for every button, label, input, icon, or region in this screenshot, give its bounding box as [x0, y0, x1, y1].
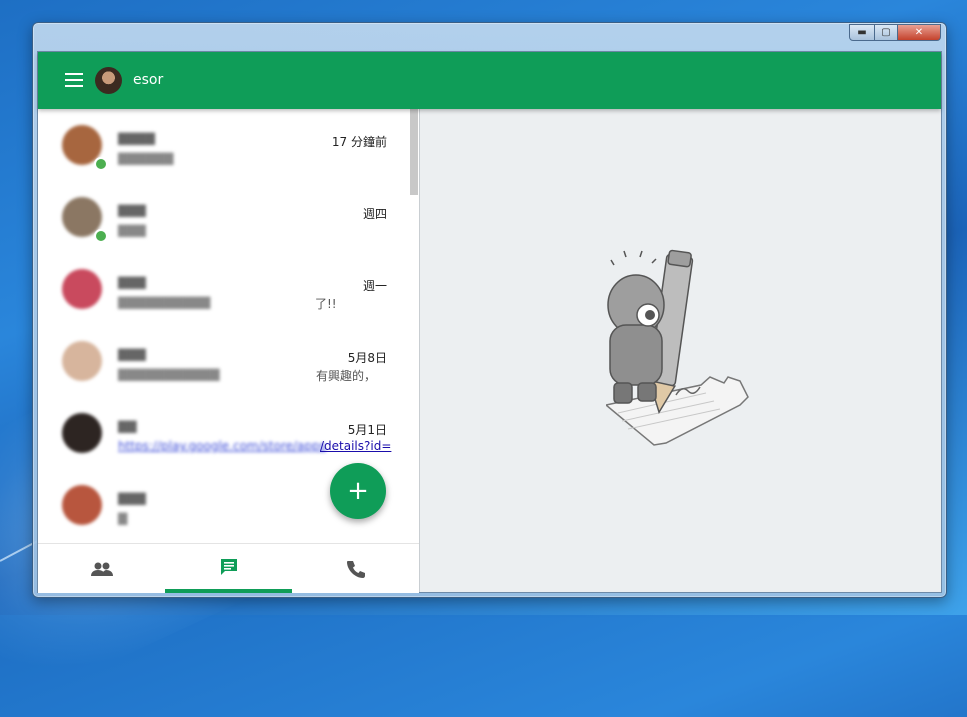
message-time: 週一: [362, 279, 387, 293]
message-snippet: ▇▇▇▇▇▇▇▇▇▇: [118, 295, 211, 309]
message-time: 5月1日: [347, 423, 387, 437]
window-controls: ▬ ▢ ✕: [849, 24, 941, 41]
tab-calls[interactable]: [292, 544, 419, 593]
message-snippet-tail: 了!!: [315, 297, 337, 311]
conversation-item[interactable]: ▇▇▇▇ ▇▇▇▇▇▇ 17 分鐘前: [38, 109, 408, 181]
conversation-item[interactable]: ▇▇▇ ▇▇▇▇▇▇▇▇▇▇ 了!! 週一: [38, 253, 408, 325]
tab-contacts[interactable]: [38, 544, 165, 593]
message-snippet: ▇▇▇: [118, 223, 146, 237]
message-snippet: ▇▇▇▇▇▇: [118, 151, 174, 165]
message-snippet: ▇▇▇▇▇▇▇▇▇▇▇: [118, 367, 220, 381]
writing-monster-illustration: [606, 249, 749, 446]
phone-icon: [346, 560, 365, 578]
contact-name: ▇▇▇: [118, 347, 146, 361]
app-window: ▬ ▢ ✕ esor ▇▇▇▇ ▇▇▇▇▇▇ 17 分鐘前 ▇▇▇ ▇▇▇ 週四 ▇▇▇ ▇▇…: [32, 22, 947, 598]
contact-name: ▇▇▇: [118, 203, 146, 217]
empty-conversation-pane: [420, 109, 941, 592]
message-snippet[interactable]: https://play.google.com/store/apps: [118, 439, 326, 453]
app-bar: esor: [38, 52, 941, 109]
online-status-icon: [94, 157, 108, 171]
conversation-list-pane: ▇▇▇▇ ▇▇▇▇▇▇ 17 分鐘前 ▇▇▇ ▇▇▇ 週四 ▇▇▇ ▇▇▇▇▇▇▇▇▇▇ 了!!…: [38, 109, 420, 592]
online-status-icon: [94, 229, 108, 243]
contact-avatar: [62, 269, 102, 309]
contact-name: ▇▇▇: [118, 491, 146, 505]
message-time: 17 分鐘前: [331, 135, 387, 149]
conversation-item[interactable]: ▇▇▇ ▇▇▇ 週四: [38, 181, 408, 253]
bottom-navigation: [38, 543, 419, 593]
people-icon: [90, 562, 113, 576]
user-avatar[interactable]: [95, 67, 122, 94]
close-button[interactable]: ✕: [898, 24, 941, 41]
message-snippet: ▇: [118, 511, 128, 525]
contact-avatar: [62, 485, 102, 525]
new-conversation-button[interactable]: +: [330, 463, 386, 519]
hamburger-menu-icon[interactable]: [65, 73, 83, 87]
conversation-item[interactable]: ▇▇▇ ▇▇▇▇▇▇▇▇▇▇▇ 有興趣的， 5月8日: [38, 325, 408, 397]
tab-messages[interactable]: [165, 544, 292, 593]
contact-name: ▇▇: [118, 419, 137, 433]
contact-name: ▇▇▇▇: [118, 131, 155, 145]
chat-icon: [220, 558, 237, 575]
message-time: 週四: [362, 207, 387, 221]
username: esor: [133, 72, 164, 88]
maximize-button[interactable]: ▢: [875, 24, 898, 41]
contact-avatar: [62, 341, 102, 381]
message-snippet-tail[interactable]: /details?id=: [320, 439, 391, 453]
contact-name: ▇▇▇: [118, 275, 146, 289]
app-client-area: esor ▇▇▇▇ ▇▇▇▇▇▇ 17 分鐘前 ▇▇▇ ▇▇▇ 週四 ▇▇▇ ▇▇▇▇▇▇▇▇…: [37, 51, 942, 593]
message-time: 5月8日: [347, 351, 387, 365]
contact-avatar: [62, 413, 102, 453]
conversation-item[interactable]: ▇▇ https://play.google.com/store/apps/det…: [38, 397, 408, 469]
message-snippet-tail: 有興趣的，: [316, 369, 377, 383]
conversation-list-scrollbar[interactable]: [410, 109, 418, 195]
minimize-button[interactable]: ▬: [849, 24, 875, 41]
